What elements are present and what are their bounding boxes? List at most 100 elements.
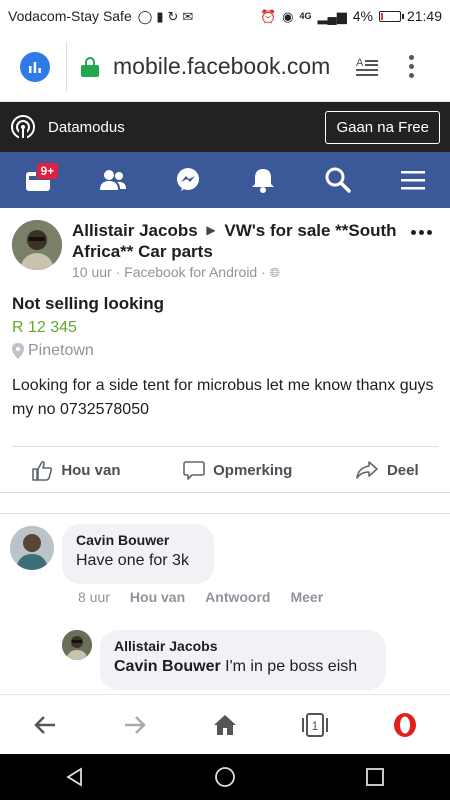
lock-icon: [81, 56, 99, 77]
data-mode-label: Datamodus: [48, 118, 125, 136]
facebook-nav-bar: 9+: [0, 152, 450, 208]
comment-text: Cavin Bouwer I'm in pe boss eish: [114, 658, 372, 676]
battery-icon: [378, 10, 404, 22]
person-photo-icon: [10, 526, 54, 570]
listing-location: Pinetown: [12, 342, 94, 360]
data-mode-bar: Datamodus Gaan na Free: [0, 102, 450, 152]
nav-search[interactable]: [318, 160, 358, 200]
comment-label: Opmerking: [213, 461, 293, 479]
post-body: Looking for a side tent for microbus let…: [12, 377, 434, 418]
globe-icon: 🌐︎: [269, 265, 281, 280]
arrow-right-icon: [125, 715, 146, 734]
signal-icon: ▂▄▆: [317, 8, 347, 24]
author-avatar[interactable]: [12, 220, 62, 270]
comment-bubble-icon: [183, 461, 205, 480]
status-right: ⏰ ◉ 4G ▂▄▆ 4% 21:49: [260, 8, 442, 24]
clock: 21:49: [406, 8, 442, 24]
share-button[interactable]: Deel: [355, 459, 419, 481]
share-label: Deel: [386, 461, 419, 479]
browser-menu-icon[interactable]: [409, 55, 414, 78]
author-name[interactable]: Allistair Jacobs: [72, 221, 198, 240]
location-pin-icon: [12, 343, 24, 359]
triangle-back-icon: [66, 767, 82, 787]
home-button[interactable]: [205, 705, 245, 745]
mention-link[interactable]: Cavin Bouwer: [114, 658, 221, 675]
comment-like-link[interactable]: Hou van: [130, 589, 185, 605]
nav-messenger[interactable]: [168, 160, 208, 200]
whatsapp-icon: ◯: [137, 8, 153, 24]
system-home-button[interactable]: [205, 757, 245, 797]
marketplace-post: Allistair Jacobs ▶ VW's for sale **South…: [0, 208, 450, 481]
data-savings-button[interactable]: [20, 51, 50, 82]
nav-menu[interactable]: [393, 160, 433, 200]
person-photo-icon: [62, 630, 92, 660]
search-icon: [325, 167, 351, 193]
listing-title: Not selling looking: [12, 294, 165, 313]
arrow-right-icon: ▶: [206, 223, 216, 237]
circle-home-icon: [215, 767, 235, 787]
commenter-avatar[interactable]: [10, 526, 54, 570]
friends-icon: [99, 170, 126, 190]
commenter-avatar[interactable]: [62, 630, 92, 660]
like-label: Hou van: [61, 461, 121, 479]
battery-percent: 4%: [352, 8, 373, 24]
post-meta: 10 uur · Facebook for Android · 🌐︎: [72, 264, 280, 281]
nav-home[interactable]: 9+: [18, 160, 60, 200]
commenter-name[interactable]: Cavin Bouwer: [76, 532, 200, 548]
address-field[interactable]: mobile.facebook.com: [113, 53, 343, 80]
system-recents-button[interactable]: [355, 757, 395, 797]
post-header: Allistair Jacobs ▶ VW's for sale **South…: [0, 208, 450, 288]
notification-icons: ◯ ▮ ↻ ✉: [138, 10, 194, 23]
listing-price: R 12 345: [12, 319, 77, 336]
nav-friends[interactable]: [93, 160, 133, 200]
forward-button[interactable]: [115, 705, 155, 745]
tabs-button[interactable]: 1: [295, 705, 335, 745]
nav-notifications[interactable]: [243, 160, 283, 200]
back-button[interactable]: [25, 705, 65, 745]
post-timestamp: 10 uur · Facebook for Android ·: [72, 264, 266, 280]
hamburger-menu-icon: [400, 171, 425, 190]
comment-actions: 8 uur Hou van Antwoord Meer: [78, 589, 323, 605]
browser-url-bar: mobile.facebook.com A: [0, 32, 450, 102]
share-arrow-icon: [356, 461, 378, 479]
go-to-free-button[interactable]: Gaan na Free: [325, 110, 440, 144]
comment-reply-link[interactable]: Antwoord: [205, 589, 270, 605]
reply-text: I'm in pe boss eish: [220, 658, 358, 675]
comment-bubble: Cavin Bouwer Have one for 3k: [62, 524, 214, 584]
svg-text:A: A: [356, 57, 364, 69]
divider: [66, 41, 67, 92]
comment-bubble: Allistair Jacobs Cavin Bouwer I'm in pe …: [100, 630, 386, 690]
battery-fill: [380, 12, 383, 20]
comment-time: 8 uur: [78, 589, 110, 605]
reader-mode-icon[interactable]: A: [355, 55, 379, 79]
system-back-button[interactable]: [55, 757, 95, 797]
broadcast-icon: [11, 115, 35, 140]
status-bar: Vodacom-Stay Safe ◯ ▮ ↻ ✉ ⏰ ◉ 4G ▂▄▆ 4% …: [0, 0, 450, 32]
opera-logo-icon: [394, 712, 416, 737]
network-type: 4G: [299, 11, 312, 21]
comment-more-link[interactable]: Meer: [290, 589, 323, 605]
home-icon: [214, 714, 236, 735]
person-photo-icon: [12, 220, 62, 270]
opera-menu-button[interactable]: [385, 705, 425, 745]
post-actions: Hou van Opmerking Deel: [0, 452, 450, 488]
notification-badge: 9+: [35, 162, 60, 180]
carrier-name: Vodacom-Stay Safe: [8, 8, 132, 24]
commenter-name[interactable]: Allistair Jacobs: [114, 638, 372, 654]
android-nav-bar: [0, 754, 450, 800]
like-button[interactable]: Hou van: [31, 459, 121, 481]
post-options-icon[interactable]: [411, 230, 432, 235]
square-recents-icon: [366, 768, 384, 786]
comment-text: Have one for 3k: [76, 552, 189, 569]
comment-button[interactable]: Opmerking: [183, 459, 292, 481]
eye-icon: ◉: [282, 8, 294, 24]
thumbs-up-icon: [32, 460, 53, 481]
post-author-line: Allistair Jacobs ▶ VW's for sale **South…: [72, 220, 402, 262]
browser-bottom-bar: 1: [0, 694, 450, 754]
messenger-icon: [176, 168, 199, 191]
alarm-icon: ⏰: [259, 8, 277, 24]
tab-count: 1: [312, 719, 319, 733]
tabs-icon: 1: [302, 712, 328, 737]
mail-icon: ✉: [182, 8, 194, 24]
bell-icon: [251, 169, 274, 193]
